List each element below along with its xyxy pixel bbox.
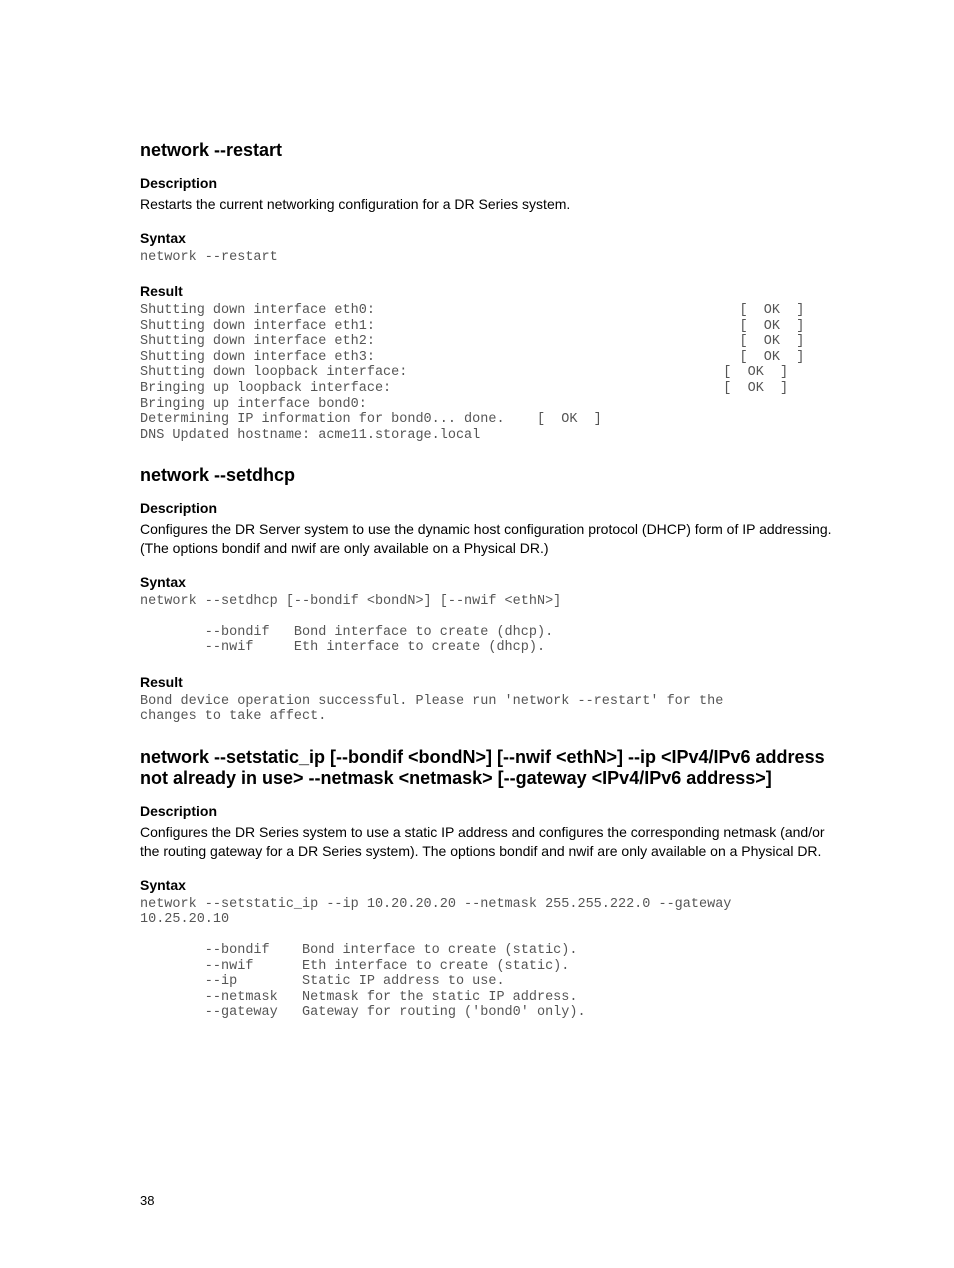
section-network-restart: network --restart Description Restarts t…	[140, 140, 839, 443]
syntax-code: network --setdhcp [--bondif <bondN>] [--…	[140, 594, 839, 656]
description-text: Configures the DR Series system to use a…	[140, 823, 839, 861]
section-network-setdhcp: network --setdhcp Description Configures…	[140, 465, 839, 725]
cmd-title: network --setdhcp	[140, 465, 839, 486]
description-heading: Description	[140, 803, 839, 819]
result-heading: Result	[140, 674, 839, 690]
syntax-code: network --setstatic_ip --ip 10.20.20.20 …	[140, 897, 839, 1021]
page-number: 38	[140, 1193, 154, 1208]
page: network --restart Description Restarts t…	[0, 0, 954, 1268]
description-heading: Description	[140, 175, 839, 191]
section-network-setstatic-ip: network --setstatic_ip [--bondif <bondN>…	[140, 747, 839, 1021]
syntax-heading: Syntax	[140, 877, 839, 893]
result-heading: Result	[140, 283, 839, 299]
syntax-heading: Syntax	[140, 574, 839, 590]
result-code: Shutting down interface eth0: [ OK ] Shu…	[140, 303, 839, 443]
syntax-code: network --restart	[140, 250, 839, 266]
cmd-title: network --setstatic_ip [--bondif <bondN>…	[140, 747, 839, 789]
description-text: Configures the DR Server system to use t…	[140, 520, 839, 558]
result-code: Bond device operation successful. Please…	[140, 694, 839, 725]
description-text: Restarts the current networking configur…	[140, 195, 839, 214]
syntax-heading: Syntax	[140, 230, 839, 246]
cmd-title: network --restart	[140, 140, 839, 161]
description-heading: Description	[140, 500, 839, 516]
